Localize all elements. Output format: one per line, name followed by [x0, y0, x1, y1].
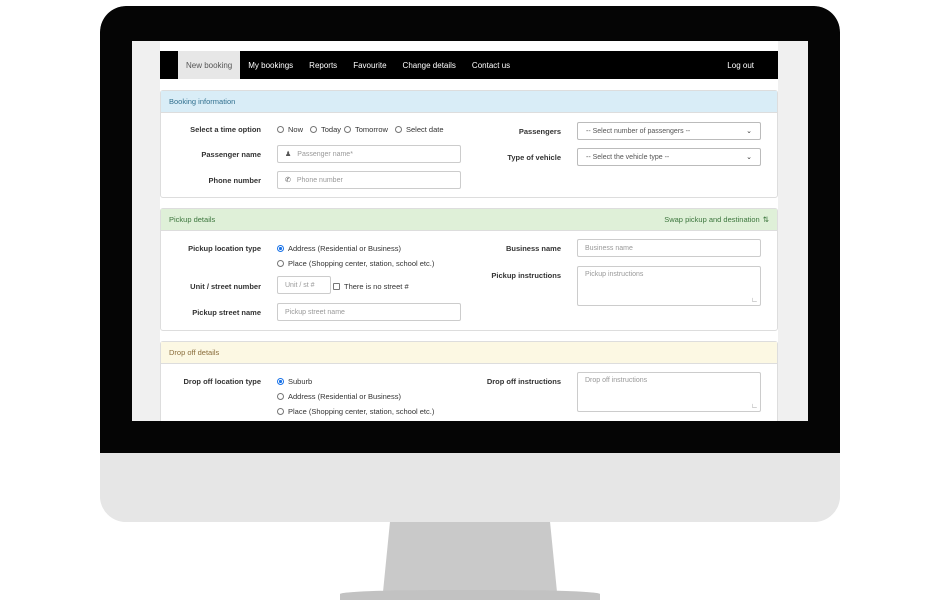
- swap-icon: ⇅: [762, 215, 769, 224]
- time-option-label: Select a time option: [190, 125, 261, 134]
- resize-grip-icon[interactable]: ∟: [751, 297, 758, 304]
- desktop-scene: New booking My bookings Reports Favourit…: [0, 0, 940, 600]
- pickup-instructions-label: Pickup instructions: [491, 271, 561, 280]
- dropoff-place-radio[interactable]: Place (Shopping center, station, school …: [277, 407, 434, 416]
- person-icon: ♟: [285, 151, 292, 158]
- vehicle-type-label: Type of vehicle: [507, 153, 561, 162]
- unit-street-number-input[interactable]: Unit / st #: [277, 276, 331, 294]
- unit-street-number-label: Unit / street number: [190, 282, 261, 291]
- logout-link[interactable]: Log out: [719, 51, 778, 79]
- booking-page: New booking My bookings Reports Favourit…: [160, 41, 778, 421]
- monitor-chin: [100, 453, 840, 522]
- nav-favourite[interactable]: Favourite: [345, 51, 394, 79]
- pickup-details-panel: Pickup details Swap pickup and destinati…: [160, 208, 778, 331]
- swap-pickup-destination-link[interactable]: Swap pickup and destination ⇅: [664, 215, 769, 224]
- monitor-stand-base: [340, 590, 600, 600]
- passengers-select[interactable]: -- Select number of passengers -- ⌄: [577, 122, 761, 140]
- dropoff-instructions-label: Drop off instructions: [486, 377, 561, 386]
- top-navbar: New booking My bookings Reports Favourit…: [160, 51, 778, 79]
- dropoff-details-heading: Drop off details: [161, 342, 777, 364]
- time-select-date-radio[interactable]: Select date: [395, 125, 444, 134]
- vehicle-type-select[interactable]: -- Select the vehicle type -- ⌄: [577, 148, 761, 166]
- monitor-stand: [383, 522, 557, 592]
- passenger-name-label: Passenger name: [201, 150, 261, 159]
- pickup-place-radio[interactable]: Place (Shopping center, station, school …: [277, 259, 434, 268]
- business-name-input[interactable]: Business name: [577, 239, 761, 257]
- pickup-street-name-input[interactable]: Pickup street name: [277, 303, 461, 321]
- booking-info-panel: Booking information Select a time option…: [160, 90, 778, 198]
- passenger-name-input[interactable]: ♟ Passenger name*: [277, 145, 461, 163]
- phone-number-input[interactable]: ✆ Phone number: [277, 171, 461, 189]
- business-name-label: Business name: [505, 244, 561, 253]
- phone-icon: ✆: [285, 177, 291, 184]
- nav-change-details[interactable]: Change details: [395, 51, 464, 79]
- nav-contact-us[interactable]: Contact us: [464, 51, 518, 79]
- chevron-down-icon: ⌄: [746, 128, 752, 135]
- pickup-street-name-label: Pickup street name: [192, 308, 261, 317]
- nav-reports[interactable]: Reports: [301, 51, 345, 79]
- resize-grip-icon[interactable]: ∟: [751, 403, 758, 410]
- monitor-screen: New booking My bookings Reports Favourit…: [132, 41, 808, 421]
- pickup-address-radio[interactable]: Address (Residential or Business): [277, 244, 401, 253]
- dropoff-details-panel: Drop off details Drop off location type …: [160, 341, 778, 421]
- pickup-details-heading: Pickup details Swap pickup and destinati…: [161, 209, 777, 231]
- pickup-instructions-textarea[interactable]: Pickup instructions ∟: [577, 266, 761, 306]
- chevron-down-icon: ⌄: [746, 154, 752, 161]
- nav-my-bookings[interactable]: My bookings: [240, 51, 301, 79]
- pickup-location-type-label: Pickup location type: [188, 244, 261, 253]
- dropoff-address-radio[interactable]: Address (Residential or Business): [277, 392, 401, 401]
- time-tomorrow-radio[interactable]: Tomorrow: [344, 125, 388, 134]
- nav-new-booking[interactable]: New booking: [178, 51, 241, 79]
- passengers-label: Passengers: [518, 127, 561, 136]
- time-now-radio[interactable]: Now: [277, 125, 303, 134]
- time-today-radio[interactable]: Today: [310, 125, 341, 134]
- phone-number-label: Phone number: [208, 176, 261, 185]
- dropoff-location-type-label: Drop off location type: [183, 377, 262, 386]
- no-street-number-checkbox[interactable]: There is no street #: [333, 282, 409, 291]
- dropoff-suburb-radio[interactable]: Suburb: [277, 377, 312, 386]
- dropoff-instructions-textarea[interactable]: Drop off instructions ∟: [577, 372, 761, 412]
- booking-info-heading: Booking information: [161, 91, 777, 113]
